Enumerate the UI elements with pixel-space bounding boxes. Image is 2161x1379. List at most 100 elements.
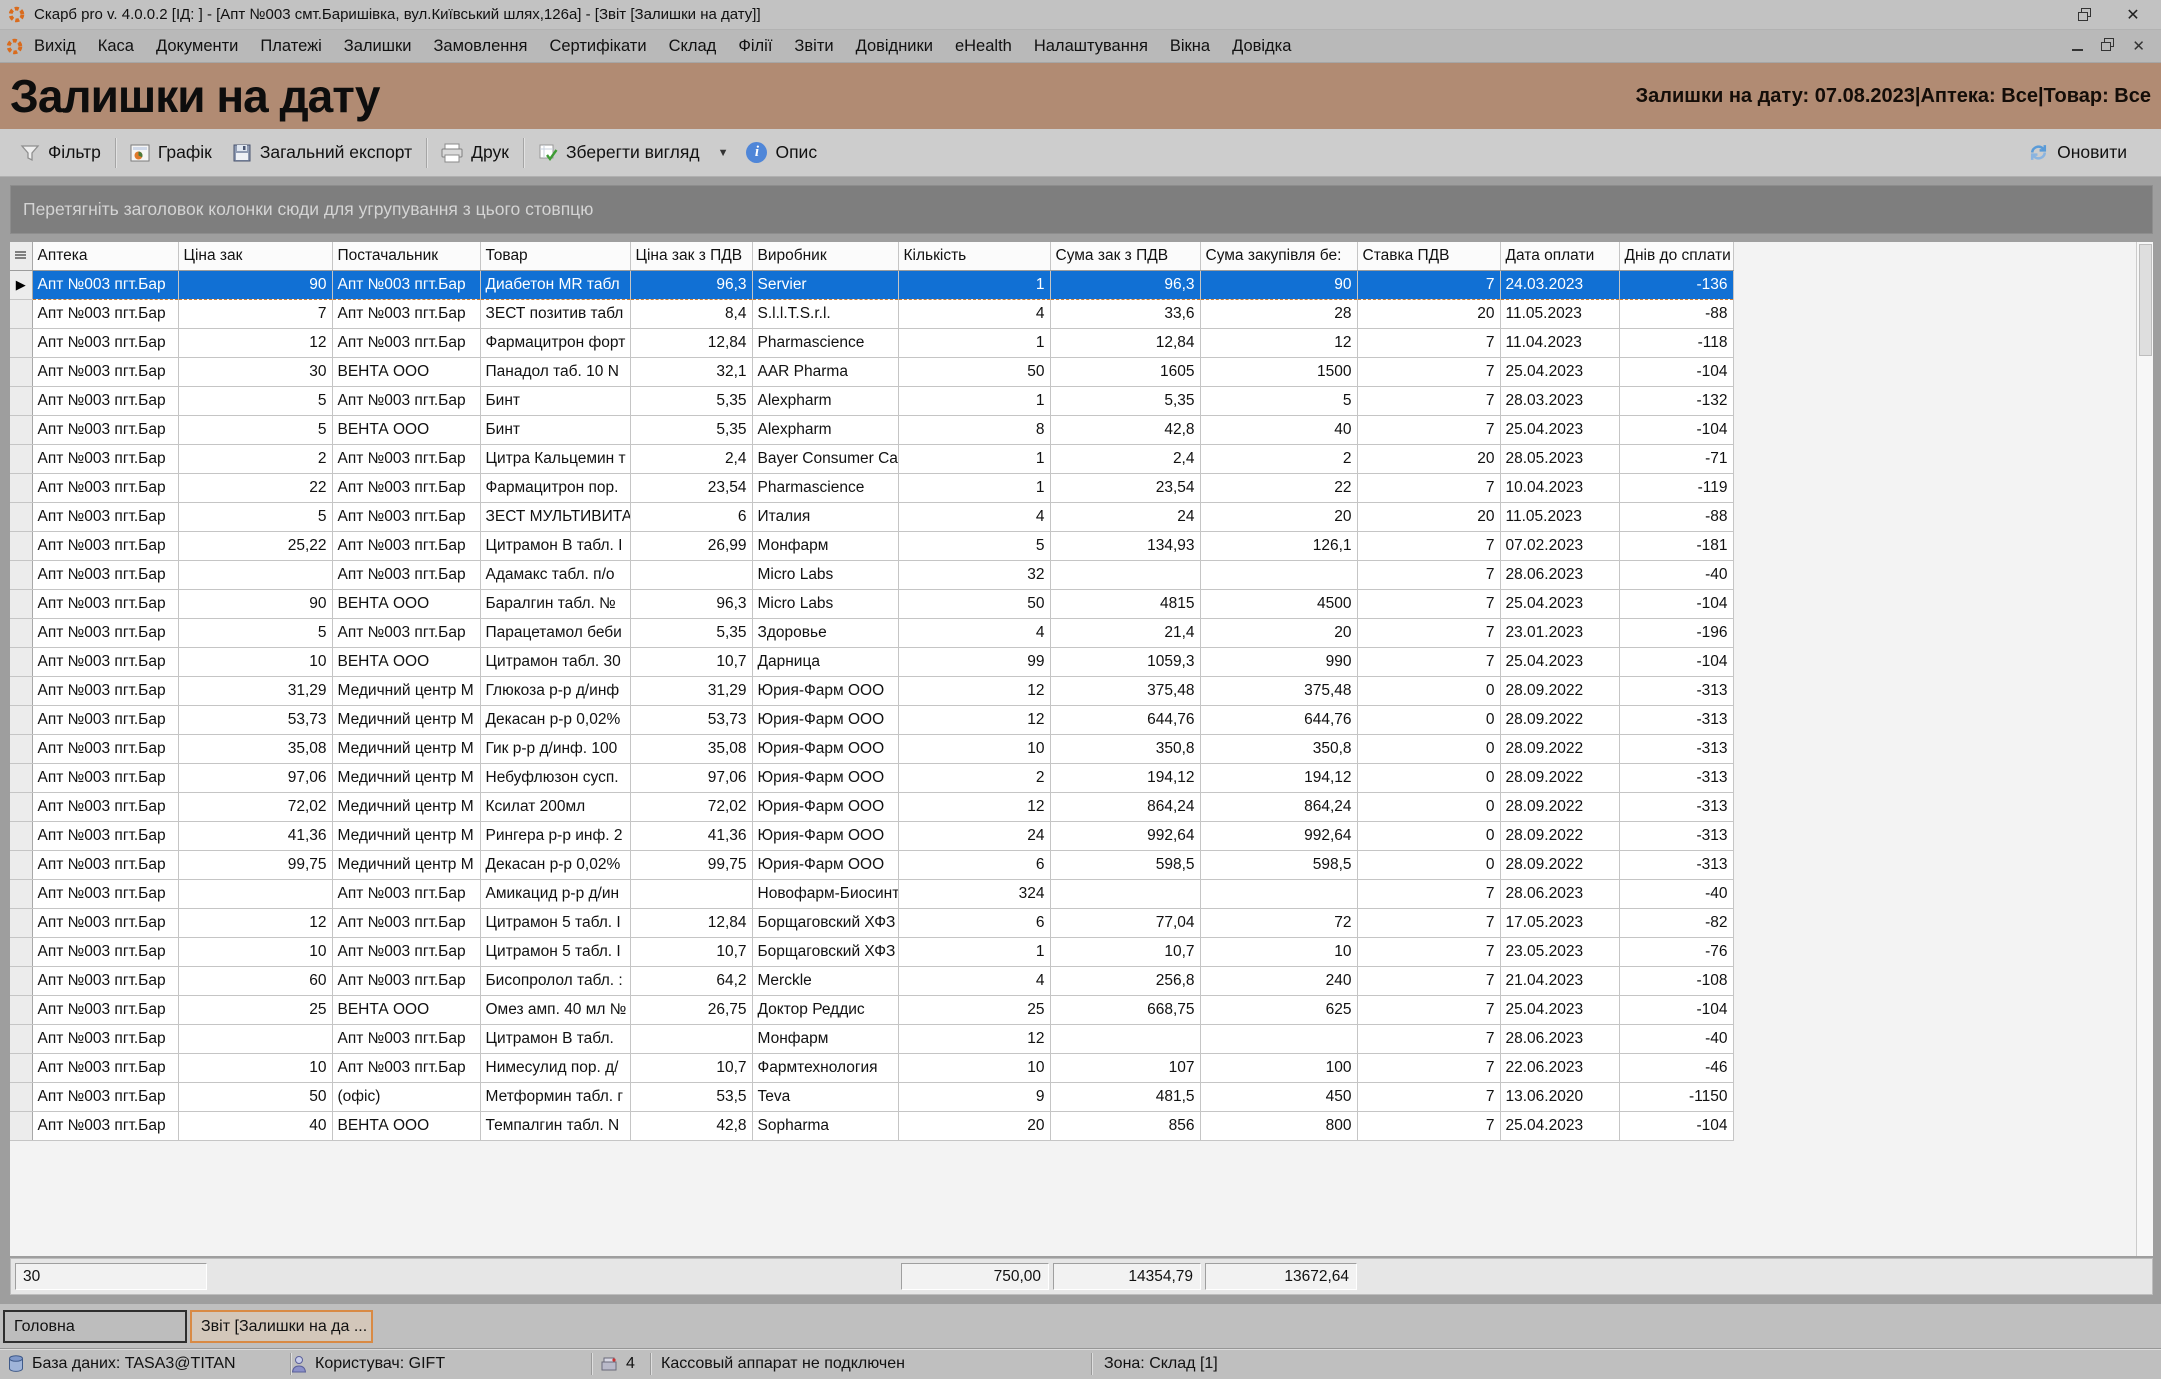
table-cell[interactable]: 1 [898,328,1050,357]
table-cell[interactable]: 53,5 [630,1082,752,1111]
table-cell[interactable]: 450 [1200,1082,1357,1111]
menu-item-dovidka[interactable]: Довідка [1221,34,1302,59]
table-cell[interactable]: 7 [1357,270,1500,299]
table-cell[interactable]: -136 [1619,270,1733,299]
table-cell[interactable]: ЗЕСТ МУЛЬТИВИТА [480,502,630,531]
table-cell[interactable]: -313 [1619,763,1733,792]
table-cell[interactable]: Апт №003 пгт.Бар [32,502,178,531]
table-cell[interactable]: Гик р-р д/инф. 100 [480,734,630,763]
table-cell[interactable]: 13.06.2020 [1500,1082,1619,1111]
table-cell[interactable]: Апт №003 пгт.Бар [32,966,178,995]
table-row[interactable]: Апт №003 пгт.Бар31,29Медичний центр МГлю… [10,676,1733,705]
table-cell[interactable]: 50 [178,1082,332,1111]
table-cell[interactable]: 25.04.2023 [1500,995,1619,1024]
table-cell[interactable]: 96,3 [630,270,752,299]
table-cell[interactable]: 24.03.2023 [1500,270,1619,299]
table-row[interactable]: Апт №003 пгт.Бар41,36Медичний центр МРин… [10,821,1733,850]
tab-report-zalyshky[interactable]: Звіт [Залишки на да ... [190,1310,373,1343]
menu-item-nalashtuvannia[interactable]: Налаштування [1023,34,1159,59]
table-cell[interactable]: 1059,3 [1050,647,1200,676]
table-cell[interactable]: 96,3 [630,589,752,618]
table-cell[interactable]: -104 [1619,1111,1733,1140]
table-cell[interactable]: Pharmascience [752,473,898,502]
table-row[interactable]: Апт №003 пгт.Бар5Апт №003 пгт.БарПарацет… [10,618,1733,647]
table-cell[interactable]: Апт №003 пгт.Бар [32,531,178,560]
table-cell[interactable]: -40 [1619,1024,1733,1053]
table-cell[interactable]: 5 [178,502,332,531]
menu-item-zamovlennia[interactable]: Замовлення [422,34,538,59]
table-cell[interactable]: 96,3 [1050,270,1200,299]
table-cell[interactable]: 256,8 [1050,966,1200,995]
table-cell[interactable]: 60 [178,966,332,995]
table-cell[interactable]: -88 [1619,299,1733,328]
table-cell[interactable]: Новофарм-Биосинт [752,879,898,908]
table-cell[interactable]: 11.05.2023 [1500,299,1619,328]
table-cell[interactable]: 22.06.2023 [1500,1053,1619,1082]
table-cell[interactable]: 23,54 [630,473,752,502]
table-cell[interactable]: Адамакс табл. п/о [480,560,630,589]
table-cell[interactable]: 1 [898,270,1050,299]
table-cell[interactable]: Фармтехнология [752,1053,898,1082]
table-cell[interactable]: Медичний центр М [332,676,480,705]
table-cell[interactable]: 12 [178,328,332,357]
table-cell[interactable]: 1 [898,937,1050,966]
table-cell[interactable]: Merckle [752,966,898,995]
table-cell[interactable]: 24 [1050,502,1200,531]
table-cell[interactable]: Апт №003 пгт.Бар [32,821,178,850]
table-cell[interactable]: 12 [898,705,1050,734]
table-cell[interactable]: 41,36 [630,821,752,850]
table-cell[interactable]: Метформин табл. г [480,1082,630,1111]
table-cell[interactable]: 2 [1200,444,1357,473]
table-cell[interactable]: -104 [1619,357,1733,386]
table-cell[interactable]: 97,06 [178,763,332,792]
table-cell[interactable]: 481,5 [1050,1082,1200,1111]
table-cell[interactable]: Баралгин табл. № [480,589,630,618]
table-cell[interactable]: 23.01.2023 [1500,618,1619,647]
table-cell[interactable]: 7 [1357,415,1500,444]
table-cell[interactable]: ВЕНТА ООО [332,357,480,386]
menu-item-dovidnyky[interactable]: Довідники [845,34,944,59]
table-cell[interactable]: 25 [178,995,332,1024]
table-cell[interactable]: 350,8 [1050,734,1200,763]
save-view-dropdown[interactable]: ▼ [710,147,737,159]
table-cell[interactable]: Медичний центр М [332,850,480,879]
table-cell[interactable]: 22 [1200,473,1357,502]
table-cell[interactable]: 0 [1357,734,1500,763]
table-cell[interactable]: 10,7 [630,1053,752,1082]
table-row[interactable]: Апт №003 пгт.БарАпт №003 пгт.БарАмикацид… [10,879,1733,908]
table-cell[interactable]: Апт №003 пгт.Бар [32,415,178,444]
table-cell[interactable]: 10,7 [630,937,752,966]
table-cell[interactable]: 5 [178,386,332,415]
table-cell[interactable]: 9 [898,1082,1050,1111]
table-cell[interactable]: -104 [1619,589,1733,618]
table-cell[interactable]: Micro Labs [752,589,898,618]
table-cell[interactable]: 4 [898,618,1050,647]
table-cell[interactable]: Апт №003 пгт.Бар [32,995,178,1024]
table-cell[interactable]: Апт №003 пгт.Бар [32,299,178,328]
table-cell[interactable]: Цитрамон В табл. [480,1024,630,1053]
table-cell[interactable]: 10 [1200,937,1357,966]
table-cell[interactable]: -108 [1619,966,1733,995]
table-cell[interactable]: -313 [1619,792,1733,821]
table-cell[interactable]: Апт №003 пгт.Бар [32,270,178,299]
table-cell[interactable]: 99 [898,647,1050,676]
table-row[interactable]: Апт №003 пгт.Бар10ВЕНТА ОООЦитрамон табл… [10,647,1733,676]
table-cell[interactable] [1200,560,1357,589]
table-cell[interactable]: 41,36 [178,821,332,850]
table-cell[interactable]: Омез амп. 40 мл № [480,995,630,1024]
table-cell[interactable]: 4 [898,502,1050,531]
table-cell[interactable] [1050,879,1200,908]
table-cell[interactable]: Апт №003 пгт.Бар [332,879,480,908]
table-cell[interactable] [1050,1024,1200,1053]
table-cell[interactable]: 856 [1050,1111,1200,1140]
table-row[interactable]: Апт №003 пгт.Бар40ВЕНТА ОООТемпалгин таб… [10,1111,1733,1140]
table-cell[interactable]: 7 [178,299,332,328]
table-cell[interactable]: Alexpharm [752,386,898,415]
table-cell[interactable]: Апт №003 пгт.Бар [32,908,178,937]
table-cell[interactable]: Медичний центр М [332,734,480,763]
table-cell[interactable]: 28.03.2023 [1500,386,1619,415]
table-cell[interactable]: Апт №003 пгт.Бар [32,937,178,966]
table-cell[interactable] [178,879,332,908]
table-cell[interactable]: 28.09.2022 [1500,792,1619,821]
table-cell[interactable]: Панадол таб. 10 N [480,357,630,386]
